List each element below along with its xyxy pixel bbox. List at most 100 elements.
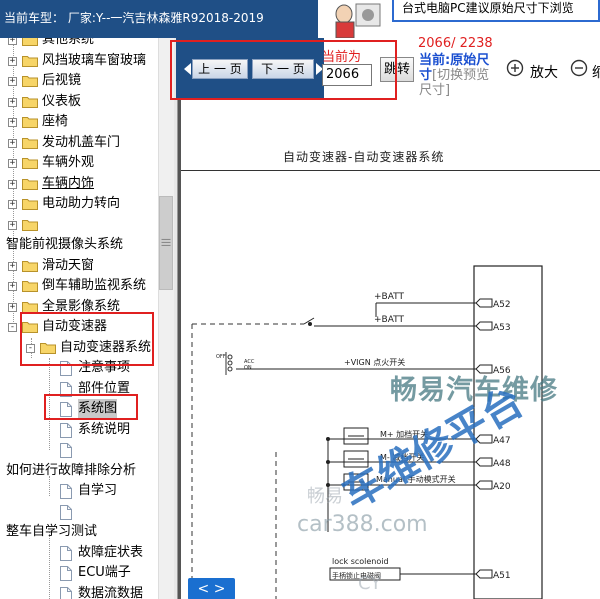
off-label: OFF [216, 354, 226, 360]
tree-item[interactable]: + 车辆外观 [0, 153, 158, 173]
tree-item-label[interactable]: ECU端子 [78, 563, 131, 583]
document-icon [60, 546, 72, 561]
expand-icon[interactable]: + [8, 180, 17, 189]
tree-item[interactable]: + 风挡玻璃车窗玻璃 [0, 51, 158, 71]
tree-item-label[interactable]: 系统图 [78, 399, 118, 419]
tree-item[interactable]: + 后视镜 [0, 71, 158, 91]
tree-item[interactable]: 数据流数据 [0, 584, 158, 599]
expand-icon[interactable]: + [8, 200, 17, 209]
tree-item[interactable]: 智能前视摄像头系统 [0, 235, 158, 255]
tree-item-label[interactable]: 车辆内饰 [42, 174, 94, 194]
tree-item-label[interactable]: 仪表板 [42, 92, 81, 112]
tree-item[interactable] [0, 502, 158, 522]
go-button[interactable]: 跳转 [380, 57, 414, 82]
tree-item-label[interactable]: 注意事项 [78, 358, 130, 378]
tree-item[interactable]: 注意事项 [0, 358, 158, 378]
tree-item[interactable]: ECU端子 [0, 563, 158, 583]
tree-item-label[interactable]: 自动变速器 [42, 317, 107, 337]
tree-item[interactable]: + 发动机盖车门 [0, 133, 158, 153]
tree-item[interactable]: 故障症状表 [0, 543, 158, 563]
tree-item[interactable]: + 其他系统 [0, 38, 158, 50]
tree-item-label[interactable]: 整车自学习测试 [6, 522, 97, 542]
folder-icon [22, 260, 38, 272]
pin-a20: A20 [493, 482, 511, 492]
zoom-out-label[interactable]: 缩 [592, 62, 600, 82]
prev-page-button[interactable]: 上 一 页 [192, 59, 248, 79]
zoom-in-label[interactable]: 放大 [530, 62, 558, 82]
tree-item-label[interactable]: 其他系统 [42, 38, 94, 50]
tree-item-label[interactable]: 系统说明 [78, 420, 130, 440]
tree-item-label[interactable]: 自学习 [78, 481, 117, 501]
folder-icon [22, 301, 38, 313]
tree-item[interactable]: 系统图 [0, 399, 158, 419]
category-tree: + 其他系统 + 风挡玻璃车窗玻璃 + 后视镜 + 仪表板 + 座椅 + 发动机盖车门 + 车辆外观 + 车辆… [0, 38, 158, 599]
document-icon [60, 566, 72, 581]
tree-item[interactable]: - 自动变速器 [0, 317, 158, 337]
document-icon [60, 484, 72, 499]
top-header-bar: 当前车型： 厂家:Y--一汽吉林森雅R92018-2019 [0, 0, 318, 38]
zoom-out-icon[interactable] [570, 59, 590, 79]
tree-item[interactable]: 整车自学习测试 [0, 522, 158, 542]
tree-item-label[interactable]: 智能前视摄像头系统 [6, 235, 123, 255]
tree-item-label[interactable]: 座椅 [42, 112, 68, 132]
current-page-input[interactable]: 2066 [322, 64, 372, 86]
tree-item[interactable]: 自学习 [0, 481, 158, 501]
tree-item[interactable]: 部件位置 [0, 379, 158, 399]
expand-icon[interactable]: + [8, 159, 17, 168]
tree-item-label[interactable]: 全景影像系统 [42, 297, 120, 317]
tree-item[interactable] [0, 440, 158, 460]
next-page-button[interactable]: 下 一 页 [252, 59, 314, 79]
expand-icon[interactable]: + [8, 282, 17, 291]
tree-item[interactable]: + 仪表板 [0, 92, 158, 112]
expand-icon[interactable]: + [8, 118, 17, 127]
folder-icon [22, 157, 38, 169]
tree-item-label[interactable]: 倒车辅助监视系统 [42, 276, 146, 296]
tree-item[interactable]: + 滑动天窗 [0, 256, 158, 276]
document-icon [60, 382, 72, 397]
expand-icon[interactable]: + [8, 57, 17, 66]
expand-icon[interactable]: + [8, 38, 17, 45]
expand-icon[interactable]: + [8, 221, 17, 230]
size-switch-link[interactable]: 当前:原始尺寸[切换预览尺寸] [419, 53, 495, 98]
folder-icon [22, 55, 38, 67]
tree-item-label[interactable]: 部件位置 [78, 379, 130, 399]
tree-item-label[interactable]: 如何进行故障排除分析 [6, 461, 136, 481]
document-icon [60, 443, 72, 458]
tree-item-label[interactable]: 滑动天窗 [42, 256, 94, 276]
tree-scrollbar[interactable] [158, 38, 174, 599]
expand-icon[interactable]: + [8, 262, 17, 271]
collapse-icon[interactable]: - [26, 344, 35, 353]
zoom-in-icon[interactable] [506, 59, 526, 79]
pin-a51: A51 [493, 571, 511, 581]
tree-item-label[interactable]: 自动变速器系统 [60, 338, 151, 358]
tree-item[interactable]: + 全景影像系统 [0, 297, 158, 317]
tree-item-label[interactable]: 发动机盖车门 [42, 133, 120, 153]
page-count: 2066/ 2238 [418, 36, 493, 51]
tree-item[interactable]: + [0, 215, 158, 235]
tree-item[interactable]: + 电动助力转向 [0, 194, 158, 214]
tree-item-label[interactable]: 数据流数据 [78, 584, 143, 599]
folder-icon [22, 178, 38, 190]
expand-icon[interactable]: + [8, 139, 17, 148]
tree-item[interactable]: - 自动变速器系统 [0, 338, 158, 358]
document-icon [60, 423, 72, 438]
tree-item[interactable]: + 倒车辅助监视系统 [0, 276, 158, 296]
batt2-label: +BATT [374, 315, 405, 325]
tree-item[interactable]: 系统说明 [0, 420, 158, 440]
collapse-icon[interactable]: - [8, 323, 17, 332]
page-nav-arrows[interactable]: < > [188, 578, 235, 599]
tree-item-label[interactable]: 故障症状表 [78, 543, 143, 563]
expand-icon[interactable]: + [8, 303, 17, 312]
tree-item[interactable]: + 车辆内饰 [0, 174, 158, 194]
folder-icon [22, 280, 38, 292]
tree-item-label[interactable]: 后视镜 [42, 71, 81, 91]
tree-item[interactable]: 如何进行故障排除分析 [0, 461, 158, 481]
tree-item[interactable]: + 座椅 [0, 112, 158, 132]
scrollbar-grip-icon: — — — [161, 234, 171, 251]
tree-item-label[interactable]: 风挡玻璃车窗玻璃 [42, 51, 146, 71]
watermark-cy: CY [358, 573, 382, 594]
expand-icon[interactable]: + [8, 98, 17, 107]
tree-item-label[interactable]: 电动助力转向 [42, 194, 120, 214]
tree-item-label[interactable]: 车辆外观 [42, 153, 94, 173]
expand-icon[interactable]: + [8, 77, 17, 86]
